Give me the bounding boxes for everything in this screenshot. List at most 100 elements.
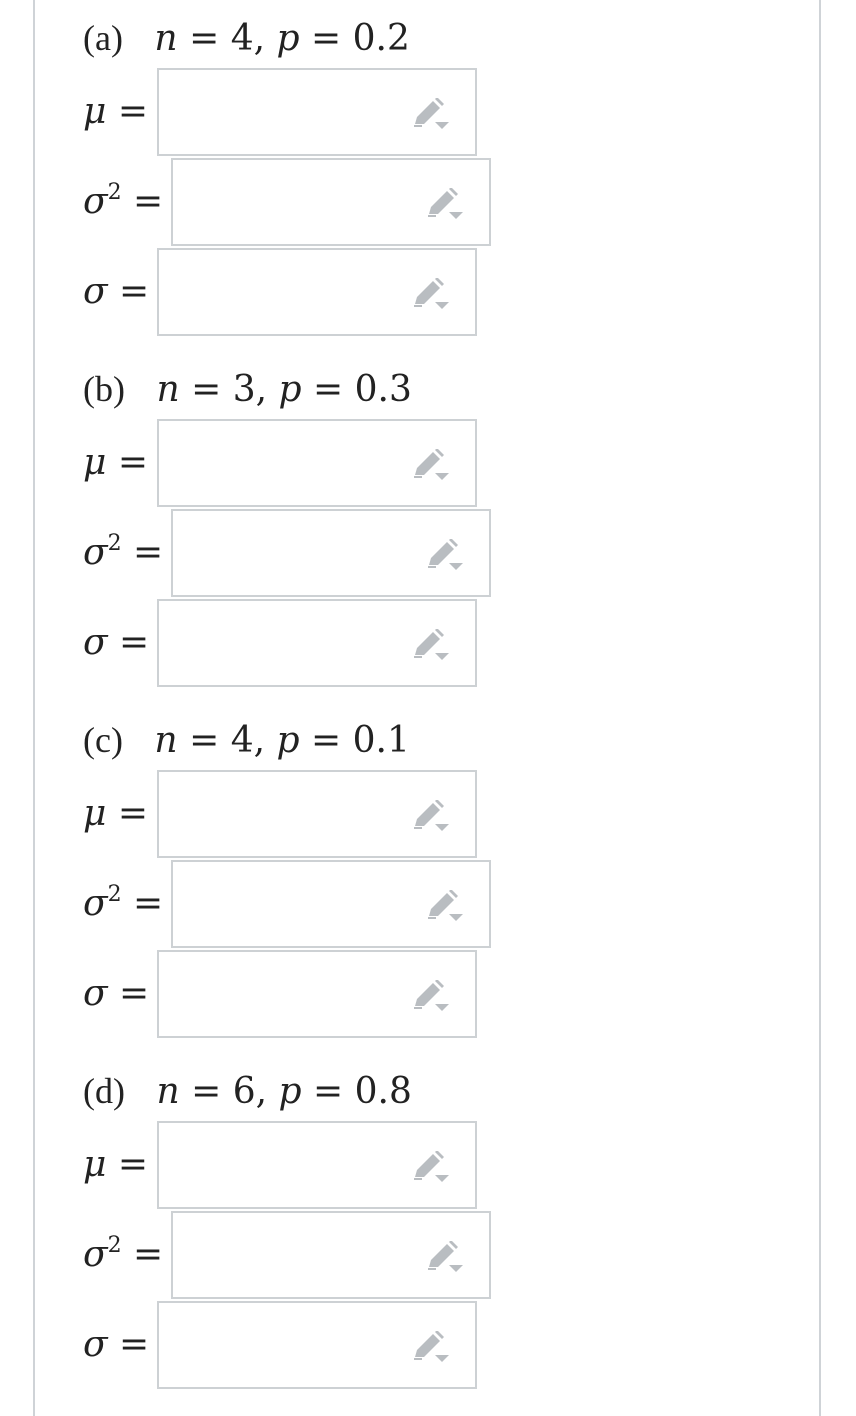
variance-answer-field[interactable] bbox=[171, 509, 491, 597]
part-label: (d) bbox=[83, 1071, 125, 1111]
equals-sign: = bbox=[133, 883, 164, 924]
pencil-dropdown-icon[interactable] bbox=[423, 188, 467, 222]
sigma-symbol: σ bbox=[83, 181, 108, 222]
sigma-symbol: σ bbox=[83, 271, 108, 312]
mean-row: μ = bbox=[35, 1121, 819, 1209]
p-variable: p bbox=[276, 18, 300, 59]
equals-sign: = bbox=[311, 720, 342, 761]
equals-sign: = bbox=[191, 369, 222, 410]
mean-row: μ = bbox=[35, 68, 819, 156]
std-dev-row: σ = bbox=[35, 950, 819, 1038]
pencil-dropdown-icon[interactable] bbox=[409, 1151, 453, 1185]
equals-sign: = bbox=[311, 18, 342, 59]
std-dev-answer-field[interactable] bbox=[157, 1301, 477, 1389]
std-dev-answer-field[interactable] bbox=[157, 950, 477, 1038]
variance-label: σ2 = bbox=[83, 531, 163, 575]
mean-row: μ = bbox=[35, 419, 819, 507]
p-value: 0.2 bbox=[352, 18, 410, 59]
pencil-dropdown-icon[interactable] bbox=[409, 1331, 453, 1365]
n-variable: n bbox=[154, 18, 178, 59]
p-value: 0.8 bbox=[354, 1071, 412, 1112]
equals-sign: = bbox=[191, 1071, 222, 1112]
variance-label: σ2 = bbox=[83, 1233, 163, 1277]
equals-sign: = bbox=[119, 271, 150, 312]
pencil-dropdown-icon[interactable] bbox=[423, 1241, 467, 1275]
mean-answer-field[interactable] bbox=[157, 68, 477, 156]
pencil-dropdown-icon[interactable] bbox=[423, 890, 467, 924]
variance-row: σ2 = bbox=[35, 158, 819, 246]
pencil-dropdown-icon[interactable] bbox=[409, 980, 453, 1014]
pencil-dropdown-icon[interactable] bbox=[409, 278, 453, 312]
pencil-dropdown-icon[interactable] bbox=[409, 629, 453, 663]
mu-symbol: μ bbox=[83, 442, 107, 483]
pencil-dropdown-icon[interactable] bbox=[423, 539, 467, 573]
square-exponent: 2 bbox=[107, 531, 122, 556]
n-variable: n bbox=[156, 1071, 180, 1112]
equals-sign: = bbox=[117, 793, 149, 834]
part-header: (d) n = 6, p = 0.8 bbox=[83, 1069, 412, 1114]
std-dev-row: σ = bbox=[35, 599, 819, 687]
part-label: (c) bbox=[83, 720, 123, 760]
std-dev-answer-field[interactable] bbox=[157, 248, 477, 336]
sigma-symbol: σ bbox=[83, 622, 108, 663]
equals-sign: = bbox=[133, 1234, 164, 1275]
n-value: 6, bbox=[232, 1071, 268, 1112]
mean-row: μ = bbox=[35, 770, 819, 858]
square-exponent: 2 bbox=[107, 882, 122, 907]
mean-answer-field[interactable] bbox=[157, 419, 477, 507]
part-label: (b) bbox=[83, 369, 125, 409]
equals-sign: = bbox=[189, 18, 220, 59]
part-label: (a) bbox=[83, 18, 123, 58]
pencil-dropdown-icon[interactable] bbox=[409, 98, 453, 132]
n-variable: n bbox=[154, 720, 178, 761]
n-value: 3, bbox=[232, 369, 268, 410]
equals-sign: = bbox=[119, 622, 150, 663]
mean-answer-field[interactable] bbox=[157, 770, 477, 858]
sigma-symbol: σ bbox=[83, 1324, 108, 1365]
mean-label: μ = bbox=[83, 441, 148, 485]
std-dev-label: σ = bbox=[83, 621, 149, 665]
mean-label: μ = bbox=[83, 90, 148, 134]
n-value: 4, bbox=[230, 720, 266, 761]
std-dev-row: σ = bbox=[35, 1301, 819, 1389]
variance-label: σ2 = bbox=[83, 180, 163, 224]
p-value: 0.1 bbox=[352, 720, 410, 761]
variance-answer-field[interactable] bbox=[171, 860, 491, 948]
p-value: 0.3 bbox=[354, 369, 412, 410]
equals-sign: = bbox=[313, 369, 344, 410]
mu-symbol: μ bbox=[83, 91, 107, 132]
sigma-symbol: σ bbox=[83, 883, 108, 924]
equals-sign: = bbox=[133, 532, 164, 573]
mean-answer-field[interactable] bbox=[157, 1121, 477, 1209]
p-variable: p bbox=[278, 369, 302, 410]
p-variable: p bbox=[278, 1071, 302, 1112]
p-variable: p bbox=[276, 720, 300, 761]
square-exponent: 2 bbox=[107, 180, 122, 205]
part-header: (c) n = 4, p = 0.1 bbox=[83, 718, 410, 763]
std-dev-label: σ = bbox=[83, 972, 149, 1016]
variance-row: σ2 = bbox=[35, 509, 819, 597]
mean-label: μ = bbox=[83, 792, 148, 836]
equals-sign: = bbox=[119, 1324, 150, 1365]
variance-label: σ2 = bbox=[83, 882, 163, 926]
equals-sign: = bbox=[119, 973, 150, 1014]
pencil-dropdown-icon[interactable] bbox=[409, 449, 453, 483]
mu-symbol: μ bbox=[83, 1144, 107, 1185]
square-exponent: 2 bbox=[107, 1233, 122, 1258]
equals-sign: = bbox=[133, 181, 164, 222]
variance-answer-field[interactable] bbox=[171, 1211, 491, 1299]
std-dev-answer-field[interactable] bbox=[157, 599, 477, 687]
variance-answer-field[interactable] bbox=[171, 158, 491, 246]
part-header: (a) n = 4, p = 0.2 bbox=[83, 16, 410, 61]
pencil-dropdown-icon[interactable] bbox=[409, 800, 453, 834]
std-dev-label: σ = bbox=[83, 270, 149, 314]
std-dev-row: σ = bbox=[35, 248, 819, 336]
equals-sign: = bbox=[117, 91, 149, 132]
std-dev-label: σ = bbox=[83, 1323, 149, 1367]
sigma-symbol: σ bbox=[83, 1234, 108, 1275]
equals-sign: = bbox=[189, 720, 220, 761]
mu-symbol: μ bbox=[83, 793, 107, 834]
variance-row: σ2 = bbox=[35, 860, 819, 948]
n-variable: n bbox=[156, 369, 180, 410]
sigma-symbol: σ bbox=[83, 532, 108, 573]
